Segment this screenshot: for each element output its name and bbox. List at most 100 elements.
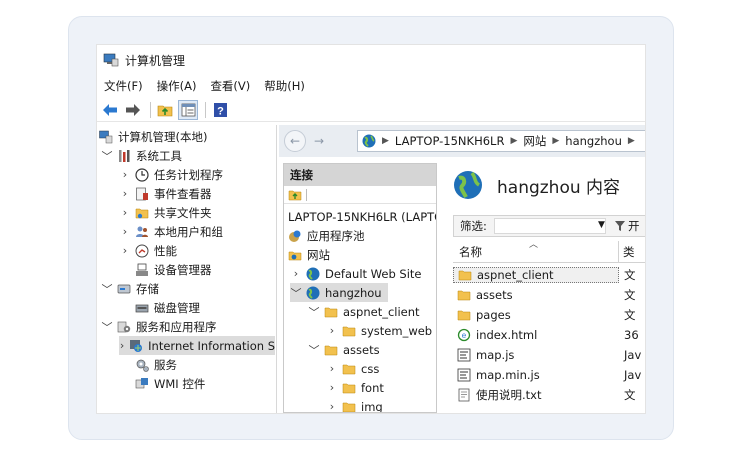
- tree-label: 计算机管理(本地): [118, 129, 208, 144]
- connections-panel: 连接 LAPTOP-15NKH6LR (LAPTO 应用程序池 网站 › Def…: [283, 163, 437, 413]
- conn-item-system-web[interactable]: › system_web: [326, 321, 432, 340]
- nav-forward-button[interactable]: →: [308, 130, 330, 152]
- folder-icon: [342, 364, 356, 374]
- chevron-down-icon[interactable]: ﹀: [101, 283, 113, 296]
- chevron-down-icon[interactable]: ﹀: [308, 344, 320, 357]
- conn-item-css[interactable]: › css: [326, 359, 380, 378]
- chevron-down-icon[interactable]: ﹀: [308, 306, 320, 319]
- column-type-label: 类: [623, 244, 635, 259]
- chevron-right-icon[interactable]: ›: [119, 244, 131, 257]
- js-file-icon: [457, 348, 471, 362]
- breadcrumb-server[interactable]: LAPTOP-15NKH6LR: [395, 134, 505, 148]
- file-row-map-min-js[interactable]: map.min.js Jav: [453, 365, 645, 385]
- file-type: 文: [624, 308, 636, 322]
- chevron-down-icon[interactable]: ﹀: [290, 287, 302, 300]
- conn-item-sites[interactable]: 网站: [288, 245, 330, 264]
- chevron-right-icon[interactable]: ›: [326, 381, 338, 394]
- tree-item-performance[interactable]: › 性能: [119, 241, 177, 260]
- tree-item-storage[interactable]: ﹀ 存储: [101, 279, 160, 298]
- conn-item-default-web-site[interactable]: › Default Web Site: [290, 264, 422, 283]
- conn-item-server[interactable]: LAPTOP-15NKH6LR (LAPTO: [288, 207, 436, 226]
- tree-item-disk-management[interactable]: 磁盘管理: [135, 298, 200, 317]
- chevron-right-icon[interactable]: ›: [326, 362, 338, 375]
- breadcrumb-site[interactable]: hangzhou: [565, 134, 622, 148]
- file-row-readme-txt[interactable]: 使用说明.txt 文: [453, 385, 645, 405]
- tree-item-wmi[interactable]: WMI 控件: [135, 374, 205, 393]
- wmi-icon: [135, 377, 148, 388]
- iis-manager-pane: ← → ▶ LAPTOP-15NKH6LR ▶ 网站 ▶ hangzhou ▶ …: [279, 125, 645, 413]
- conn-item-app-pools[interactable]: 应用程序池: [288, 226, 365, 245]
- chevron-down-icon[interactable]: ▼: [598, 220, 605, 230]
- conn-item-assets[interactable]: ﹀ assets: [308, 340, 380, 359]
- toolbar-separator: [205, 101, 206, 118]
- toolbar: ?: [97, 98, 645, 122]
- tree-item-system-tools[interactable]: ﹀ 系统工具: [101, 146, 183, 165]
- chevron-right-icon[interactable]: ›: [119, 187, 131, 200]
- conn-item-font[interactable]: › font: [326, 378, 384, 397]
- tree-label: 系统工具: [136, 148, 182, 163]
- tree-label: img: [361, 399, 383, 413]
- conn-item-img[interactable]: › img: [326, 397, 383, 413]
- filter-go-button[interactable]: 开: [614, 218, 640, 234]
- event-viewer-icon: [136, 187, 148, 200]
- column-name[interactable]: ︿ 名称: [453, 240, 619, 262]
- menu-action[interactable]: 操作(A): [157, 78, 197, 94]
- file-row-pages[interactable]: pages 文: [453, 305, 645, 325]
- file-type: 文: [624, 268, 636, 282]
- chevron-right-icon[interactable]: ›: [290, 267, 302, 280]
- services-icon: [136, 359, 149, 372]
- menu-view[interactable]: 查看(V): [210, 78, 250, 94]
- column-name-label: 名称: [459, 244, 482, 259]
- tree-label: 任务计划程序: [154, 167, 223, 182]
- column-type[interactable]: 类: [619, 244, 635, 260]
- chevron-right-icon[interactable]: ›: [119, 339, 125, 352]
- forward-arrow-icon: →: [313, 134, 325, 148]
- tree-label: 服务和应用程序: [136, 319, 217, 334]
- filter-input[interactable]: [494, 218, 606, 234]
- tree-item-iis[interactable]: › Internet Information S: [119, 336, 275, 355]
- conn-item-hangzhou[interactable]: ﹀ hangzhou: [290, 283, 388, 302]
- breadcrumb-sites[interactable]: 网站: [523, 133, 546, 149]
- tree-item-services[interactable]: 服务: [135, 355, 177, 374]
- chevron-right-icon[interactable]: ›: [326, 400, 338, 412]
- breadcrumb-arrow-icon: ▶: [627, 136, 635, 146]
- tree-label: font: [361, 380, 384, 395]
- tree-item-computer-management[interactable]: 计算机管理(本地): [99, 127, 207, 146]
- chevron-down-icon[interactable]: ﹀: [101, 321, 113, 334]
- tree-item-event-viewer[interactable]: › 事件查看器: [119, 184, 212, 203]
- tree-item-services-apps[interactable]: ﹀ 服务和应用程序: [101, 317, 217, 336]
- back-button[interactable]: [100, 100, 120, 120]
- menu-help[interactable]: 帮助(H): [264, 78, 305, 94]
- file-name: map.js: [476, 348, 515, 362]
- tree-item-shared-folders[interactable]: › 共享文件夹: [119, 203, 212, 222]
- computer-management-window: 计算机管理 文件(F) 操作(A) 查看(V) 帮助(H) ? 计算机管理(本地…: [96, 44, 646, 414]
- nav-back-button[interactable]: ←: [284, 130, 306, 152]
- chevron-down-icon[interactable]: ﹀: [101, 150, 113, 163]
- folder-icon: [342, 402, 356, 412]
- tree-label: hangzhou: [325, 285, 382, 300]
- file-row-map-js[interactable]: map.js Jav: [453, 345, 645, 365]
- filter-bar: 筛选: ▼ 开: [453, 215, 645, 237]
- folder-icon: [324, 307, 338, 317]
- connect-icon[interactable]: [288, 188, 302, 202]
- show-hide-tree-button[interactable]: [178, 99, 198, 120]
- forward-button[interactable]: [123, 100, 143, 120]
- file-row-index-html[interactable]: e index.html 36: [453, 325, 645, 345]
- menu-file[interactable]: 文件(F): [104, 78, 143, 94]
- chevron-right-icon[interactable]: ›: [326, 324, 338, 337]
- html-file-icon: e: [457, 328, 471, 342]
- tree-item-task-scheduler[interactable]: › 任务计划程序: [119, 165, 223, 184]
- help-button[interactable]: ?: [210, 100, 230, 120]
- file-row-assets[interactable]: assets 文: [453, 285, 645, 305]
- back-arrow-icon: [103, 103, 117, 116]
- chevron-right-icon[interactable]: ›: [119, 206, 131, 219]
- up-level-button[interactable]: [155, 100, 175, 120]
- chevron-right-icon[interactable]: ›: [119, 225, 131, 238]
- file-type: Jav: [624, 348, 642, 362]
- conn-item-aspnet-client[interactable]: ﹀ aspnet_client: [308, 302, 420, 321]
- file-row-aspnet-client[interactable]: aspnet_client 文: [453, 265, 645, 285]
- tree-item-local-users[interactable]: › 本地用户和组: [119, 222, 223, 241]
- address-bar[interactable]: ▶ LAPTOP-15NKH6LR ▶ 网站 ▶ hangzhou ▶: [357, 130, 645, 152]
- tree-item-device-manager[interactable]: 设备管理器: [135, 260, 212, 279]
- chevron-right-icon[interactable]: ›: [119, 168, 131, 181]
